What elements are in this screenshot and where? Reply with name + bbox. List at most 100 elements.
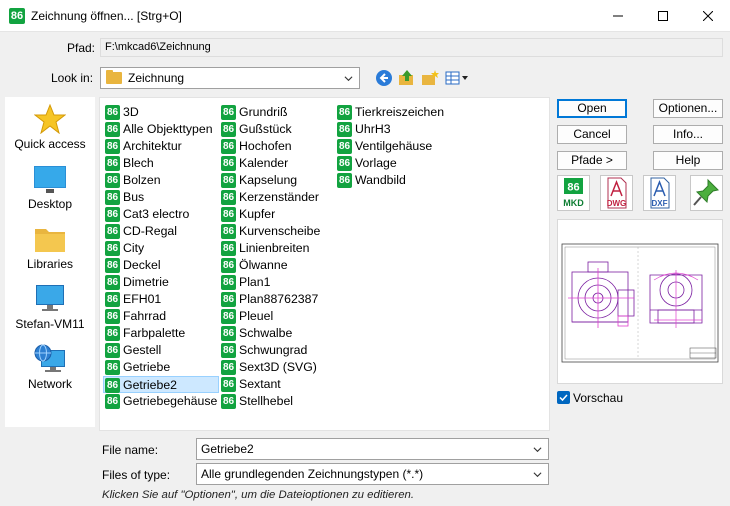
list-item[interactable]: 86 Bolzen — [104, 172, 219, 189]
file-column-3: 86 Tierkreiszeichen 86 UhrH3 86 Ventilgehäu… — [336, 104, 444, 189]
list-item[interactable]: 86 Kalender — [220, 155, 320, 172]
chevron-down-icon — [344, 76, 353, 82]
folder-icon — [106, 70, 122, 84]
mkd-file-icon: 86 — [221, 292, 236, 307]
list-item[interactable]: 86 Blech — [104, 155, 219, 172]
dwg-format-button[interactable]: DWG — [600, 175, 633, 211]
dxf-format-button[interactable]: DXF — [643, 175, 676, 211]
open-button[interactable]: Open — [557, 99, 627, 118]
minimize-icon — [612, 15, 623, 16]
list-item[interactable]: 86 Ventilgehäuse — [336, 138, 444, 155]
mkd-file-icon: 86 — [221, 343, 236, 358]
list-item[interactable]: 86 Schwungrad — [220, 342, 320, 359]
list-item[interactable]: 86 Stellhebel — [220, 393, 320, 410]
new-folder-icon[interactable] — [421, 69, 439, 87]
options-button[interactable]: Optionen... — [653, 99, 723, 118]
paths-button[interactable]: Pfade > — [557, 151, 627, 170]
mkd-file-icon: 86 — [337, 156, 352, 171]
filename-combobox[interactable]: Getriebe2 — [196, 438, 549, 460]
filename-label: File name: — [102, 443, 159, 457]
list-item[interactable]: 86 Cat3 electro — [104, 206, 219, 223]
list-item[interactable]: 86 Schwalbe — [220, 325, 320, 342]
list-item[interactable]: 86 Getriebe — [104, 359, 219, 376]
list-item[interactable]: 86 Fahrrad — [104, 308, 219, 325]
list-item[interactable]: 86 Bus — [104, 189, 219, 206]
mkd-file-icon: 86 — [105, 105, 120, 120]
mkd-file-icon: 86 — [221, 224, 236, 239]
preview-checkbox[interactable] — [557, 391, 570, 404]
list-item[interactable]: 86 Architektur — [104, 138, 219, 155]
list-item[interactable]: 86 Hochofen — [220, 138, 320, 155]
mkd-format-button[interactable]: 86 MKD — [557, 175, 590, 211]
place-network[interactable]: Network — [5, 344, 95, 391]
mkd-file-icon: 86 — [221, 190, 236, 205]
lookin-label: Look in: — [51, 71, 94, 85]
list-item-selected[interactable]: 86 Getriebe2 — [103, 376, 219, 393]
mkd-file-icon: 86 — [105, 326, 120, 341]
list-item[interactable]: 86 Ölwanne — [220, 257, 320, 274]
list-item[interactable]: 86 3D — [104, 104, 219, 121]
cancel-button[interactable]: Cancel — [557, 125, 627, 144]
list-item[interactable]: 86 Kurvenscheibe — [220, 223, 320, 240]
list-item[interactable]: 86 Sext3D (SVG) — [220, 359, 320, 376]
list-item[interactable]: 86 Getriebegehäuse — [104, 393, 219, 410]
mkd-file-icon: 86 — [337, 139, 352, 154]
computer-icon — [34, 284, 66, 314]
pin-button[interactable] — [690, 175, 723, 211]
filetype-dropdown[interactable]: Alle grundlegenden Zeichnungstypen (*.*) — [196, 463, 549, 485]
place-libraries[interactable]: Libraries — [5, 224, 95, 271]
place-quick-access[interactable]: Quick access — [5, 103, 95, 151]
help-button[interactable]: Help — [653, 151, 723, 170]
chevron-down-icon[interactable] — [533, 445, 542, 454]
mkd-file-icon: 86 — [337, 122, 352, 137]
minimize-button[interactable] — [595, 0, 640, 31]
checkmark-icon — [559, 394, 568, 402]
list-item[interactable]: 86 Deckel — [104, 257, 219, 274]
list-item[interactable]: 86 Vorlage — [336, 155, 444, 172]
back-icon[interactable] — [375, 69, 393, 87]
list-item[interactable]: 86 City — [104, 240, 219, 257]
list-item[interactable]: 86 Dimetrie — [104, 274, 219, 291]
list-item[interactable]: 86 EFH01 — [104, 291, 219, 308]
list-item[interactable]: 86 Alle Objekttypen — [104, 121, 219, 138]
mkd-file-icon: 86 — [105, 258, 120, 273]
list-item[interactable]: 86 Plan88762387 — [220, 291, 320, 308]
list-item[interactable]: 86 UhrH3 — [336, 121, 444, 138]
list-item[interactable]: 86 Gestell — [104, 342, 219, 359]
mkd-file-icon: 86 — [105, 241, 120, 256]
pin-icon — [693, 178, 720, 206]
mkd-file-icon: 86 — [221, 122, 236, 137]
maximize-button[interactable] — [640, 0, 685, 31]
list-item[interactable]: 86 Gußstück — [220, 121, 320, 138]
place-label: Quick access — [14, 137, 86, 151]
list-item[interactable]: 86 Tierkreiszeichen — [336, 104, 444, 121]
list-item[interactable]: 86 Plan1 — [220, 274, 320, 291]
list-item[interactable]: 86 Pleuel — [220, 308, 320, 325]
view-menu-icon[interactable] — [445, 69, 471, 87]
place-computer[interactable]: Stefan-VM11 — [5, 284, 95, 331]
star-icon — [33, 103, 67, 135]
close-button[interactable] — [685, 0, 730, 31]
lookin-dropdown[interactable]: Zeichnung — [100, 67, 360, 89]
list-item[interactable]: 86 Kupfer — [220, 206, 320, 223]
mkd-file-icon: 86 — [105, 139, 120, 154]
mkd-file-icon: 86 — [221, 326, 236, 341]
info-button[interactable]: Info... — [653, 125, 723, 144]
list-item[interactable]: 86 Grundriß — [220, 104, 320, 121]
list-item[interactable]: 86 Farbpalette — [104, 325, 219, 342]
place-desktop[interactable]: Desktop — [5, 164, 95, 211]
file-list[interactable]: 86 3D 86 Alle Objekttypen 86 Architektur 86… — [99, 97, 550, 431]
options-hint-text: Klicken Sie auf "Optionen", um die Datei… — [102, 489, 415, 501]
list-item[interactable]: 86 Sextant — [220, 376, 320, 393]
mkd-file-icon: 86 — [105, 309, 120, 324]
list-item[interactable]: 86 Linienbreiten — [220, 240, 320, 257]
mkd-file-icon: 86 — [105, 224, 120, 239]
svg-text:DXF: DXF — [652, 199, 668, 208]
list-item[interactable]: 86 Kapselung — [220, 172, 320, 189]
list-item[interactable]: 86 Wandbild — [336, 172, 444, 189]
list-item[interactable]: 86 Kerzenständer — [220, 189, 320, 206]
preview-pane — [557, 219, 723, 384]
up-folder-icon[interactable] — [398, 69, 416, 87]
list-item[interactable]: 86 CD-Regal — [104, 223, 219, 240]
mkd-file-icon: 86 — [105, 207, 120, 222]
